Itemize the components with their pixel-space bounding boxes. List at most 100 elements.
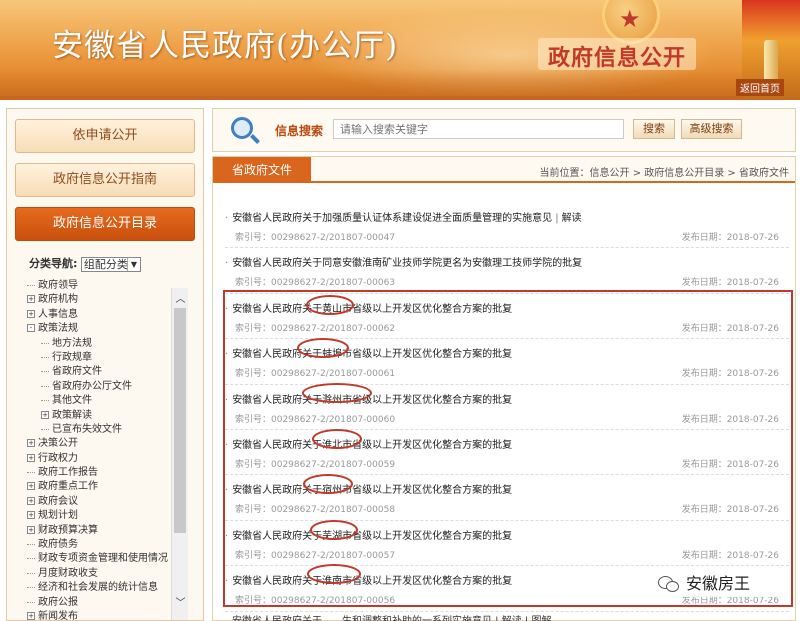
expand-icon[interactable]: + bbox=[27, 482, 35, 491]
expand-icon[interactable]: + bbox=[27, 453, 35, 462]
document-entry: · 安徽省人民政府关于同意安徽淮南矿业技师学院更名为安徽理工技师学院的批复 索引号：… bbox=[225, 248, 789, 294]
tree-item[interactable]: + 财政预算决算 bbox=[27, 524, 177, 538]
wechat-icon bbox=[658, 575, 680, 594]
disclosure-catalog-button[interactable]: 政府信息公开目录 bbox=[15, 207, 195, 241]
tree-item[interactable]: + 人事信息 bbox=[27, 308, 177, 322]
tree-item-label: 政策法规 bbox=[38, 323, 78, 335]
category-select[interactable]: 组配分类 ▼ bbox=[80, 256, 141, 272]
tree-item-label: 政府债务 bbox=[38, 539, 78, 551]
tree-item[interactable]: 省政府办公厅文件 bbox=[27, 380, 177, 394]
collapse-icon[interactable]: - bbox=[27, 324, 35, 333]
document-entry: · 安徽省人民政府关于加强质量认证体系建设促进全面质量管理的实施意见 | 解读 索引号：… bbox=[225, 203, 789, 249]
tree-item-label: 政府会议 bbox=[38, 495, 78, 507]
tree-line bbox=[27, 279, 35, 286]
tree-item-label: 财政预算决算 bbox=[38, 524, 98, 536]
tree-item-label: 月度财政收支 bbox=[38, 567, 98, 579]
expand-icon[interactable]: + bbox=[27, 496, 35, 505]
scroll-up-icon[interactable]: ︿ bbox=[172, 290, 189, 305]
highlight-circle bbox=[302, 383, 372, 403]
tree-line bbox=[41, 365, 49, 373]
tree-item[interactable]: + 规划计划 bbox=[27, 509, 177, 523]
interpretation-link[interactable]: 解读 bbox=[562, 213, 582, 224]
tree-item[interactable]: + 决策公开 bbox=[27, 437, 177, 451]
expand-icon[interactable]: + bbox=[27, 439, 35, 448]
header-divider bbox=[0, 96, 800, 100]
separator: | bbox=[555, 213, 559, 224]
tree-item[interactable]: 政府债务 bbox=[27, 538, 177, 552]
tree-item-label: 财政专项资金管理和使用情况 bbox=[38, 553, 168, 565]
scrollbar-thumb[interactable] bbox=[174, 308, 186, 533]
partial-list-item[interactable]: 安徽省人民政府关于……生和调整和补助的一系列实施意见 | 解读 | 图解 bbox=[232, 612, 551, 621]
tree-item[interactable]: 行政规章 bbox=[27, 351, 177, 365]
highlight-circle bbox=[303, 474, 353, 494]
tree-line bbox=[41, 351, 49, 358]
tree-item[interactable]: + 政策解读 bbox=[27, 409, 177, 423]
highlight-circle bbox=[297, 338, 349, 358]
search-label: 信息搜索 bbox=[275, 124, 324, 138]
tree-item[interactable]: 经济和社会发展的统计信息 bbox=[27, 581, 177, 595]
tree-line bbox=[27, 581, 35, 589]
tree-line bbox=[27, 596, 35, 603]
expand-icon[interactable]: + bbox=[27, 511, 35, 520]
tree-item-label: 省政府办公厅文件 bbox=[52, 380, 132, 392]
document-title-link[interactable]: 安徽省人民政府关于同意安徽淮南矿业技师学院更名为安徽理工技师学院的批复 bbox=[232, 258, 582, 269]
tree-item[interactable]: 其他文件 bbox=[27, 394, 177, 408]
search-button[interactable]: 搜索 bbox=[633, 119, 675, 139]
tree-item-label: 政府公报 bbox=[38, 596, 78, 608]
tree-item-label: 省政府文件 bbox=[52, 366, 102, 378]
tree-item-label: 地方法规 bbox=[52, 337, 92, 349]
document-title-link[interactable]: 安徽省人民政府关于加强质量认证体系建设促进全面质量管理的实施意见 bbox=[232, 213, 552, 224]
watermark-text: 安徽房王 bbox=[686, 574, 751, 593]
tree-item-label: 行政权力 bbox=[38, 452, 78, 464]
scroll-down-icon[interactable]: ﹀ bbox=[172, 594, 189, 609]
expand-icon[interactable]: + bbox=[27, 309, 35, 318]
expand-icon[interactable]: + bbox=[41, 410, 49, 419]
tree-line bbox=[27, 552, 35, 560]
tree-item[interactable]: + 新闻发布 bbox=[27, 610, 177, 621]
search-bar: 信息搜索 搜索 高级搜索 bbox=[212, 108, 796, 152]
tree-item[interactable]: 已宣布失效文件 bbox=[27, 423, 177, 437]
expand-icon[interactable]: + bbox=[27, 611, 35, 620]
back-home-link[interactable]: 返回首页 bbox=[736, 79, 784, 96]
watermark: 安徽房王 bbox=[650, 571, 790, 597]
apply-disclosure-button[interactable]: 依申请公开 bbox=[15, 119, 195, 153]
star-icon: ★ bbox=[619, 5, 641, 33]
highlight-circle bbox=[312, 429, 362, 449]
chevron-down-icon: ▼ bbox=[126, 257, 140, 271]
tree-line bbox=[27, 567, 35, 574]
publish-date: 发布日期：2018-07-26 bbox=[681, 233, 779, 243]
category-value: 组配分类 bbox=[83, 257, 128, 271]
document-title-row: · 安徽省人民政府关于加强质量认证体系建设促进全面质量管理的实施意见 | 解读 bbox=[225, 209, 582, 224]
advanced-search-button[interactable]: 高级搜索 bbox=[681, 119, 742, 139]
tree-item[interactable]: + 政府机构 bbox=[27, 293, 177, 307]
tree-item-label: 政府工作报告 bbox=[38, 467, 98, 479]
tree-item[interactable]: + 行政权力 bbox=[27, 452, 177, 466]
disclosure-guide-button[interactable]: 政府信息公开指南 bbox=[15, 163, 195, 197]
site-header: 安徽省人民政府(办公厅) ★ 政府信息公开 返回首页 bbox=[0, 0, 800, 100]
tree-item[interactable]: 政府领导 bbox=[27, 279, 177, 293]
tree-item-label: 政府重点工作 bbox=[38, 481, 98, 493]
tree-item[interactable]: - 政策法规 bbox=[27, 322, 177, 336]
search-input[interactable] bbox=[333, 119, 624, 139]
tree-item-label: 经济和社会发展的统计信息 bbox=[38, 582, 158, 594]
tab-provincial-docs[interactable]: 省政府文件 bbox=[213, 157, 311, 183]
tree-item-label: 其他文件 bbox=[52, 395, 92, 407]
tree-line bbox=[41, 337, 49, 344]
tree-item[interactable]: + 政府重点工作 bbox=[27, 480, 177, 494]
tab-bar: 省政府文件 当前位置：信息公开 > 政府信息公开目录 > 省政府文件 bbox=[213, 157, 795, 183]
section-badge: 政府信息公开 bbox=[538, 38, 697, 71]
expand-icon[interactable]: + bbox=[27, 525, 35, 534]
highlight-circle bbox=[306, 295, 354, 315]
tree-item-label: 人事信息 bbox=[38, 308, 78, 320]
tree-item[interactable]: 省政府文件 bbox=[27, 365, 177, 379]
tree-line bbox=[41, 394, 49, 402]
sidebar-scrollbar[interactable]: ︿ ﹀ bbox=[171, 288, 188, 620]
tree-item[interactable]: 地方法规 bbox=[27, 337, 177, 351]
tree-item[interactable]: 财政专项资金管理和使用情况 bbox=[27, 552, 177, 566]
tree-item[interactable]: + 政府会议 bbox=[27, 495, 177, 509]
tree-item[interactable]: 政府工作报告 bbox=[27, 466, 177, 480]
tree-item[interactable]: 政府公报 bbox=[27, 596, 177, 610]
tree-item[interactable]: 月度财政收支 bbox=[27, 567, 177, 581]
expand-icon[interactable]: + bbox=[27, 295, 35, 304]
category-nav: 分类导航: 组配分类 ▼ bbox=[29, 255, 141, 272]
